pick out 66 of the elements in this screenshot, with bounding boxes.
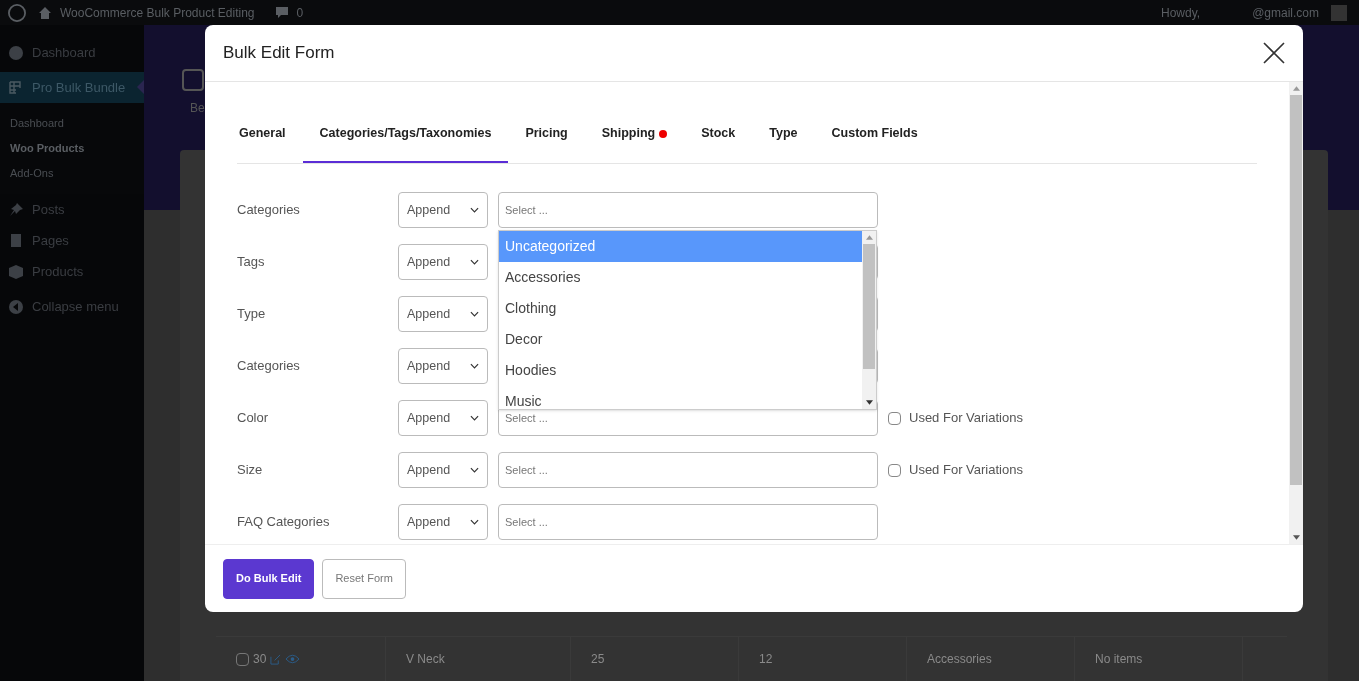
- pin-icon: [8, 201, 24, 218]
- select-field[interactable]: Select ...: [498, 192, 878, 228]
- scroll-up-icon[interactable]: [1292, 86, 1300, 91]
- dropdown-option[interactable]: Hoodies: [499, 355, 862, 386]
- field-label: Categories: [237, 357, 301, 376]
- tab[interactable]: Stock: [684, 106, 753, 163]
- tab[interactable]: Custom Fields: [814, 106, 935, 163]
- scroll-up-icon[interactable]: [865, 235, 873, 240]
- field-label: FAQ Categories: [237, 513, 331, 532]
- select-field[interactable]: Select ...: [498, 452, 878, 488]
- select-field[interactable]: Select ...: [498, 504, 878, 540]
- mode-select[interactable]: Append: [398, 452, 488, 488]
- mode-select[interactable]: Append: [398, 504, 488, 540]
- tab[interactable]: Type: [752, 106, 815, 163]
- table-cell-text: 25: [591, 651, 605, 668]
- mode-select[interactable]: Append: [398, 348, 488, 384]
- dropdown-option[interactable]: Accessories: [499, 262, 862, 293]
- field-label: Color: [237, 409, 270, 428]
- table-cell-text: 12: [759, 651, 773, 668]
- chevron-down-icon: [470, 207, 479, 213]
- mode-select[interactable]: Append: [398, 296, 488, 332]
- collapse-icon: [8, 298, 24, 315]
- variations-checkbox[interactable]: Used For Variations: [888, 460, 1023, 480]
- edit-icon[interactable]: [270, 653, 282, 665]
- greeting-text: Howdy,: [1161, 4, 1201, 22]
- field-label: Size: [237, 461, 264, 480]
- toolbar-label: Be: [190, 100, 205, 117]
- mode-select[interactable]: Append: [398, 244, 488, 280]
- dialog-title: Bulk Edit Form: [223, 42, 335, 65]
- chevron-down-icon: [470, 259, 479, 265]
- pages-icon: [8, 232, 24, 249]
- chevron-down-icon: [470, 467, 479, 473]
- table-cell-text: 30: [253, 651, 267, 668]
- scroll-down-icon[interactable]: [1292, 535, 1300, 540]
- tab[interactable]: Shipping: [584, 106, 685, 163]
- field-label: Tags: [237, 253, 266, 272]
- table-edit-icon: [8, 79, 24, 96]
- mode-select[interactable]: Append: [398, 192, 488, 228]
- field-label: Categories: [237, 201, 301, 220]
- eye-icon[interactable]: [285, 654, 301, 664]
- dropdown-option[interactable]: Clothing: [499, 293, 862, 324]
- tab[interactable]: Categories/Tags/Taxonomies: [302, 106, 509, 163]
- tab[interactable]: General: [237, 106, 303, 163]
- reset-button[interactable]: Reset Form: [322, 558, 406, 599]
- chevron-down-icon: [470, 363, 479, 369]
- chevron-down-icon: [470, 311, 479, 317]
- dropdown-option[interactable]: Decor: [499, 324, 862, 355]
- field-label: Type: [237, 305, 267, 324]
- chevron-down-icon: [470, 519, 479, 525]
- chevron-down-icon: [470, 415, 479, 421]
- table-cell-text: Accessories: [927, 651, 992, 668]
- home-icon[interactable]: [38, 5, 52, 20]
- close-icon[interactable]: [1263, 42, 1285, 64]
- mode-select[interactable]: Append: [398, 400, 488, 436]
- table-cell-text: V Neck: [406, 651, 445, 668]
- row-checkbox[interactable]: [236, 652, 249, 666]
- scrollbar[interactable]: [1289, 82, 1303, 544]
- list-scrollbar[interactable]: [862, 231, 876, 409]
- avatar-icon[interactable]: [1331, 4, 1347, 21]
- scroll-down-icon[interactable]: [865, 400, 873, 405]
- box-icon: [8, 263, 24, 280]
- table-cell-text: No items: [1095, 651, 1143, 668]
- bulk-edit-button[interactable]: Do Bulk Edit: [223, 558, 315, 599]
- variations-checkbox[interactable]: Used For Variations: [888, 408, 1023, 428]
- tab[interactable]: Pricing: [508, 106, 585, 163]
- comment-icon[interactable]: [274, 5, 289, 20]
